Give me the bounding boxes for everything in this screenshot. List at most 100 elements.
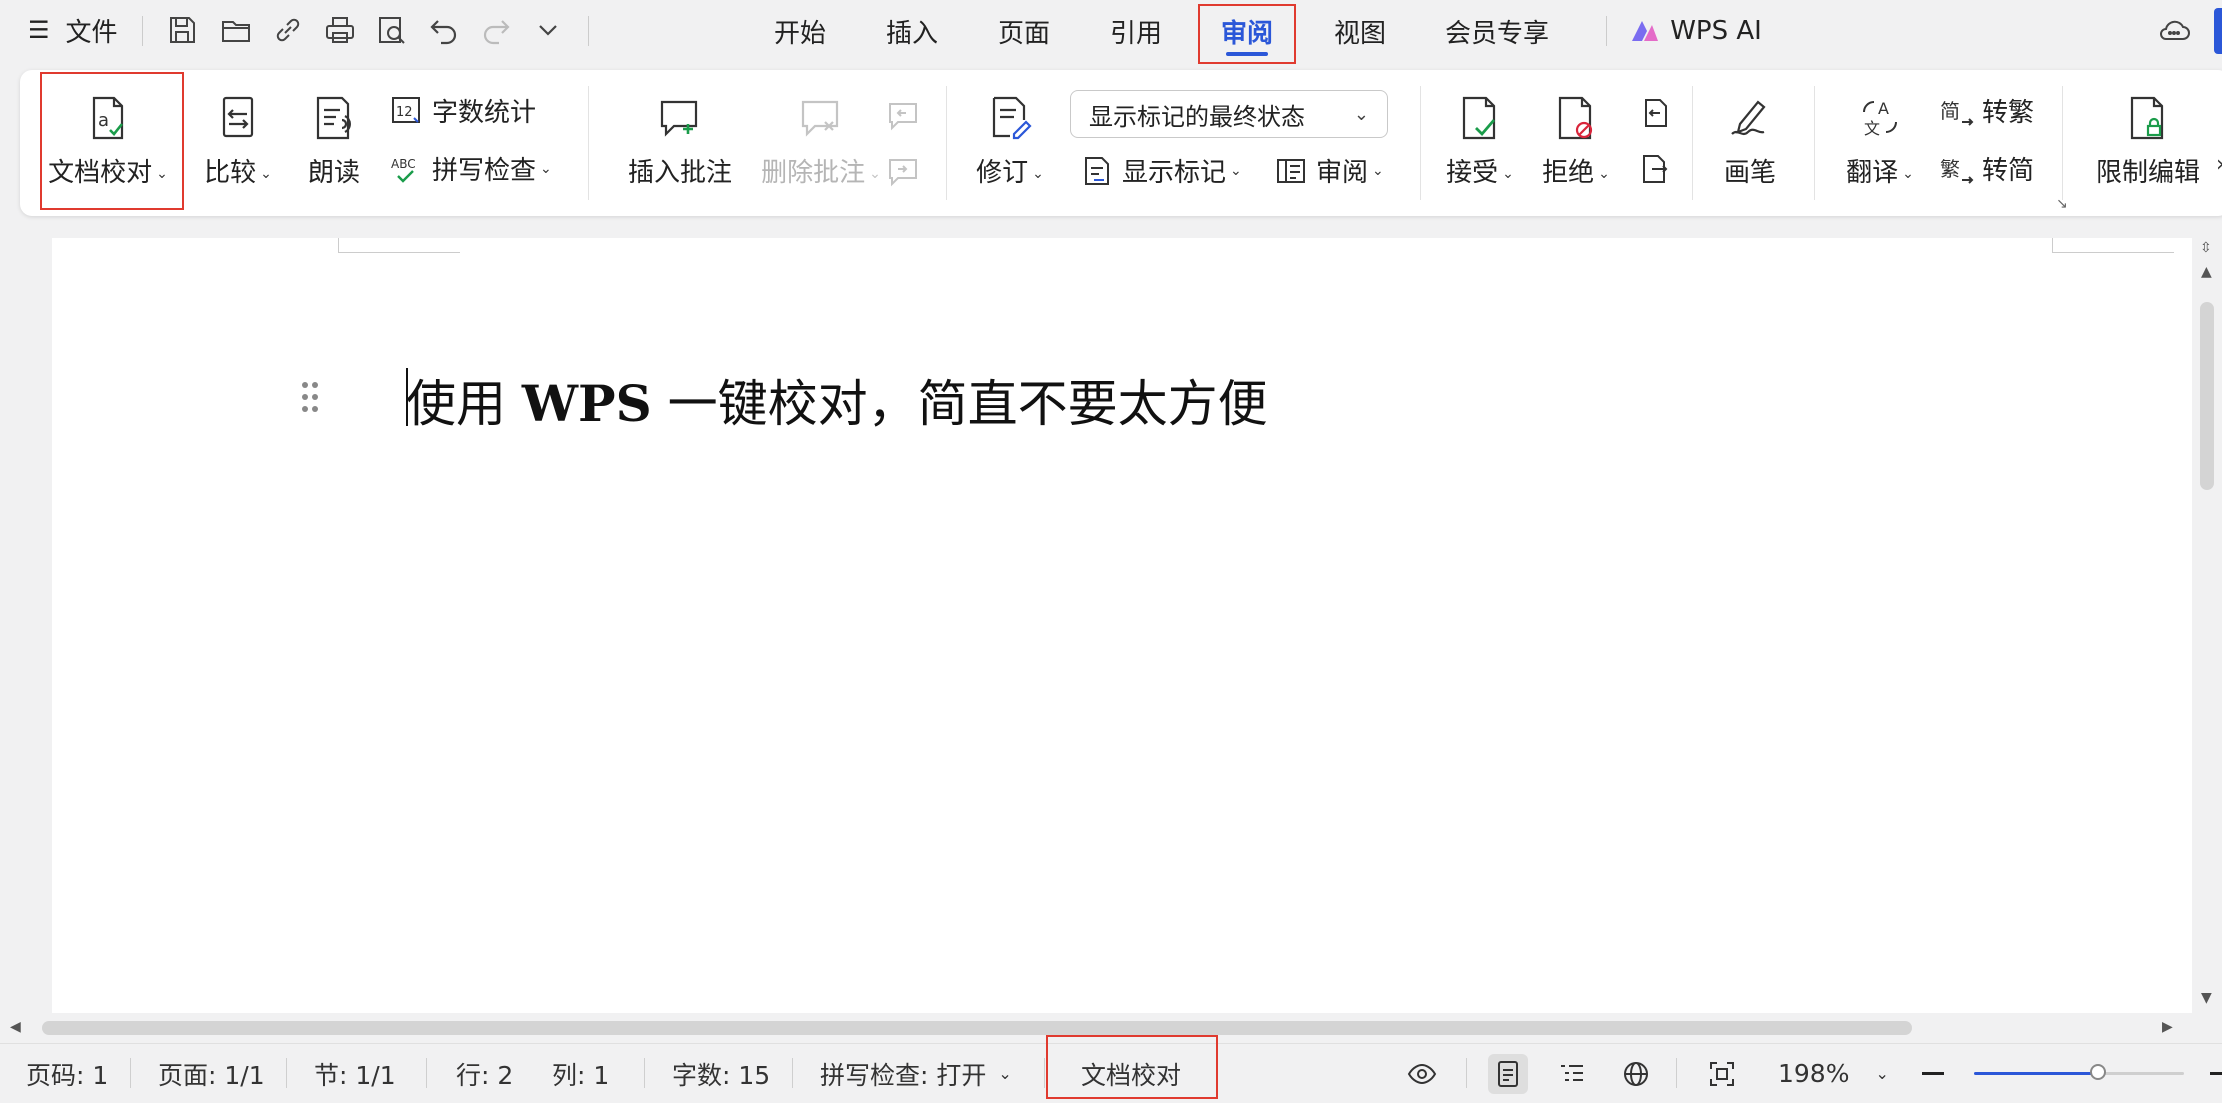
chevron-down-icon: ⌄ (1875, 1064, 1889, 1083)
scroll-left-icon[interactable]: ◀ (10, 1019, 21, 1035)
reject-button[interactable]: 拒绝 ⌄ (1536, 90, 1616, 189)
chevron-down-icon[interactable] (526, 8, 570, 52)
word-count-icon: 12 (392, 96, 420, 123)
insert-comment-button[interactable]: 插入批注 (610, 90, 750, 189)
zoom-slider-handle[interactable] (2090, 1064, 2106, 1080)
drag-handle-icon[interactable] (300, 380, 320, 418)
chevron-down-icon: ⌄ (540, 160, 552, 177)
chevron-down-icon: ⌄ (1353, 103, 1369, 125)
delete-comment-button[interactable]: 删除批注 ⌄ (742, 90, 900, 189)
to-simplified-button[interactable]: 繁 转简 (1940, 150, 2034, 187)
reject-label: 拒绝 (1542, 158, 1595, 188)
divider (130, 1058, 131, 1088)
to-traditional-button[interactable]: 简 转繁 (1940, 92, 2034, 129)
split-view-icon[interactable]: ⇳ (2200, 240, 2212, 256)
chevron-down-icon: ⌄ (998, 1064, 1012, 1083)
tab-label: 引用 (1109, 18, 1162, 49)
outline-view-icon[interactable] (1552, 1054, 1592, 1094)
fit-page-icon[interactable] (1702, 1054, 1742, 1094)
pen-button[interactable]: 画笔 (1710, 90, 1790, 189)
compare-button[interactable]: 比较 ⌄ (196, 90, 280, 189)
read-aloud-button[interactable]: 朗读 (298, 90, 370, 189)
status-proofread-button[interactable]: 文档校对 (1046, 1044, 1216, 1103)
zoom-in-icon[interactable] (2210, 1072, 2222, 1075)
restrict-edit-button[interactable]: 限制编辑 (2086, 90, 2210, 189)
redo-icon[interactable] (474, 8, 518, 52)
group-divider (1692, 86, 1693, 200)
zoom-level[interactable]: 198% ⌄ (1778, 1044, 1889, 1103)
tab-references[interactable]: 引用 (1096, 0, 1176, 62)
document-text-bold: WPS (521, 374, 652, 433)
proofread-button[interactable]: a 文档校对 ⌄ (36, 90, 180, 189)
ribbon-scroll-right-icon[interactable]: › (2216, 152, 2222, 177)
status-section[interactable]: 节: 1/1 (314, 1044, 396, 1103)
accept-button[interactable]: 接受 ⌄ (1440, 90, 1520, 189)
share-link-icon[interactable] (266, 8, 310, 52)
print-preview-icon[interactable] (370, 8, 414, 52)
vertical-scrollbar[interactable]: ⇳ ▲ ▼ (2192, 238, 2222, 1013)
track-changes-label: 修订 (976, 158, 1029, 188)
scroll-up-icon[interactable]: ▲ (2201, 264, 2212, 280)
margin-marker (2052, 252, 2174, 253)
next-comment-icon[interactable] (886, 154, 920, 192)
status-page-number-text: 页码: 1 (26, 1060, 109, 1090)
divider (1676, 1058, 1677, 1088)
scroll-right-icon[interactable]: ▶ (2162, 1019, 2173, 1035)
chevron-down-icon: ⌄ (1502, 165, 1514, 182)
file-menu-button[interactable]: ☰ 文件 (28, 10, 118, 50)
document-page[interactable] (52, 238, 2192, 1013)
next-change-icon[interactable] (1638, 152, 1672, 190)
proofread-icon: a (80, 90, 136, 146)
vertical-scroll-thumb[interactable] (2200, 302, 2214, 490)
web-view-icon[interactable] (1616, 1054, 1656, 1094)
to-traditional-label: 转繁 (1982, 98, 2035, 128)
status-line-text: 行: 2 (456, 1060, 514, 1090)
traditional-chinese-icon: 简 (1940, 99, 1974, 126)
status-page-number[interactable]: 页码: 1 (26, 1044, 108, 1103)
translate-icon: A文 (1852, 90, 1908, 146)
accept-icon (1452, 90, 1508, 146)
open-folder-icon[interactable] (214, 8, 258, 52)
eye-icon[interactable] (1402, 1054, 1442, 1094)
chevron-down-icon: ⌄ (869, 165, 881, 182)
status-line[interactable]: 行: 2 (456, 1044, 513, 1103)
tab-member[interactable]: 会员专享 (1430, 0, 1564, 62)
print-icon[interactable] (318, 8, 362, 52)
margin-marker (2052, 238, 2053, 252)
undo-icon[interactable] (422, 8, 466, 52)
tab-insert[interactable]: 插入 (872, 0, 952, 62)
horizontal-scroll-thumb[interactable] (42, 1021, 1912, 1035)
track-changes-button[interactable]: 修订 ⌄ (968, 90, 1052, 189)
previous-change-icon[interactable] (1638, 96, 1672, 134)
document-text-line[interactable]: 使用 WPS 一键校对，简直不要太方便 (406, 364, 1268, 436)
review-pane-button[interactable]: 审阅 ⌄ (1274, 152, 1384, 189)
chevron-down-icon: ⌄ (1902, 165, 1914, 182)
tab-start[interactable]: 开始 (760, 0, 840, 62)
translate-button[interactable]: A文 翻译 ⌄ (1838, 90, 1922, 189)
spell-check-button[interactable]: ABC 拼写检查 ⌄ (390, 150, 552, 187)
previous-comment-icon[interactable] (886, 98, 920, 136)
tab-label: 插入 (885, 18, 938, 49)
save-icon[interactable] (160, 8, 204, 52)
status-spell-check[interactable]: 拼写检查: 打开 ⌄ (820, 1044, 1012, 1103)
word-count-button[interactable]: 12 字数统计 (390, 92, 536, 129)
divider (792, 1058, 793, 1088)
cloud-icon[interactable] (2152, 8, 2196, 52)
tab-view[interactable]: 视图 (1320, 0, 1400, 62)
show-markup-button[interactable]: 显示标记 ⌄ (1080, 152, 1242, 189)
scroll-down-icon[interactable]: ▼ (2201, 990, 2212, 1006)
document-text-part1: 使用 (406, 375, 522, 433)
status-column[interactable]: 列: 1 (552, 1044, 609, 1103)
status-column-text: 列: 1 (552, 1060, 610, 1090)
zoom-out-icon[interactable] (1922, 1072, 1944, 1075)
horizontal-scrollbar[interactable]: ◀ ▶ (0, 1013, 2192, 1043)
wps-ai-button[interactable]: WPS AI (1626, 0, 1766, 62)
tab-review[interactable]: 审阅 (1200, 0, 1294, 62)
tab-page[interactable]: 页面 (984, 0, 1064, 62)
page-view-icon[interactable] (1488, 1054, 1528, 1094)
title-bar: ☰ 文件 开始 插入 页面 引用 审阅 视图 会员专享 WPS AI (0, 0, 2222, 64)
delete-comment-label: 删除批注 (761, 158, 866, 188)
markup-state-dropdown[interactable]: 显示标记的最终状态 ⌄ (1070, 90, 1388, 138)
status-pages[interactable]: 页面: 1/1 (158, 1044, 265, 1103)
status-word-count[interactable]: 字数: 15 (672, 1044, 770, 1103)
